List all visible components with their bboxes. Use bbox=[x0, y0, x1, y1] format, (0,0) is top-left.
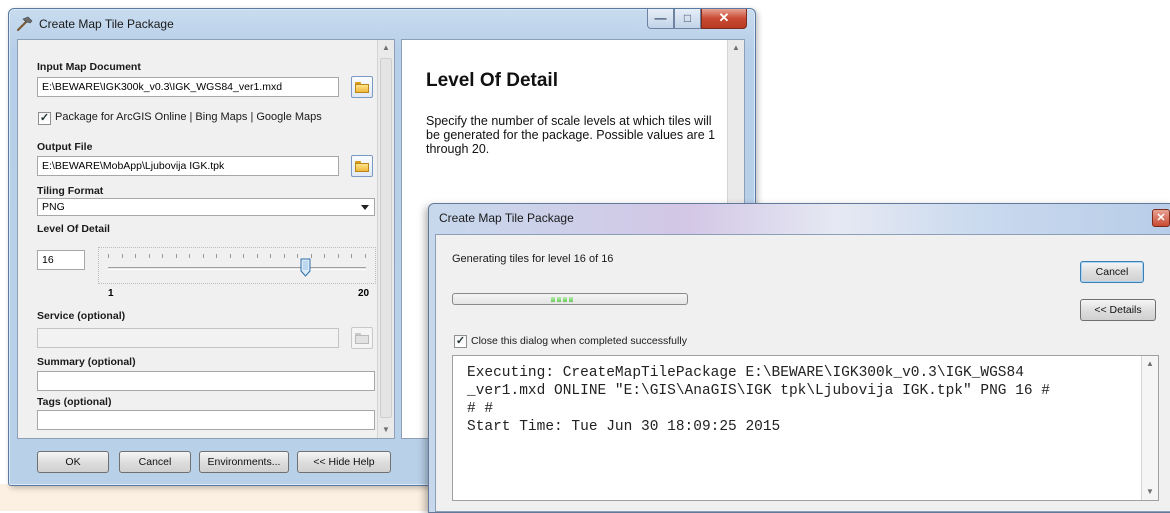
progress-chunk bbox=[563, 297, 567, 302]
service-label: Service (optional) bbox=[37, 310, 126, 322]
service-field[interactable] bbox=[37, 328, 339, 348]
slider-tick bbox=[311, 254, 312, 258]
folder-open-icon bbox=[355, 332, 369, 344]
slider-tick bbox=[243, 254, 244, 258]
close-icon[interactable]: ✕ bbox=[1152, 209, 1170, 227]
slider-tick bbox=[149, 254, 150, 258]
output-file-label: Output File bbox=[37, 141, 93, 153]
slider-tick bbox=[351, 254, 352, 258]
tags-label: Tags (optional) bbox=[37, 396, 112, 408]
slider-tick bbox=[189, 254, 190, 258]
cancel-button[interactable]: Cancel bbox=[119, 451, 191, 473]
progress-chunk bbox=[569, 297, 573, 302]
service-browse-button[interactable] bbox=[351, 327, 373, 349]
progress-dialog-title: Create Map Tile Package bbox=[439, 211, 574, 225]
slider-tick bbox=[365, 254, 366, 258]
slider-tick bbox=[338, 254, 339, 258]
maximize-button[interactable]: □ bbox=[674, 9, 701, 29]
tiling-format-label: Tiling Format bbox=[37, 185, 104, 197]
ok-button[interactable]: OK bbox=[37, 451, 109, 473]
package-arcgis-online-label: Package for ArcGIS Online | Bing Maps | … bbox=[55, 111, 322, 123]
slider-tick bbox=[216, 254, 217, 258]
help-text: Specify the number of scale levels at wh… bbox=[426, 114, 716, 156]
progress-chunk bbox=[557, 297, 561, 302]
window-title: Create Map Tile Package bbox=[39, 17, 174, 31]
slider-thumb[interactable] bbox=[300, 258, 311, 277]
slider-tick bbox=[257, 254, 258, 258]
parameters-panel: Input Map Document E:\BEWARE\IGK300k_v0.… bbox=[17, 39, 395, 439]
input-map-document-label: Input Map Document bbox=[37, 61, 141, 73]
scroll-down-icon[interactable]: ▼ bbox=[378, 422, 394, 438]
summary-field[interactable] bbox=[37, 371, 375, 391]
maximize-icon: □ bbox=[683, 11, 692, 25]
minimize-button[interactable]: — bbox=[647, 9, 674, 29]
slider-tick bbox=[324, 254, 325, 258]
environments-button[interactable]: Environments... bbox=[199, 451, 289, 473]
progress-bar bbox=[452, 293, 688, 305]
execution-log[interactable]: Executing: CreateMapTilePackage E:\BEWAR… bbox=[452, 355, 1159, 501]
level-of-detail-slider-frame bbox=[98, 247, 376, 284]
close-icon: ✕ bbox=[718, 10, 730, 25]
execution-log-text: Executing: CreateMapTilePackage E:\BEWAR… bbox=[467, 365, 1050, 435]
scroll-up-icon[interactable]: ▲ bbox=[728, 40, 744, 56]
slider-tick bbox=[108, 254, 109, 258]
output-file-browse-button[interactable] bbox=[351, 155, 373, 177]
scroll-down-icon[interactable]: ▼ bbox=[1142, 484, 1158, 500]
parameters-scrollbar[interactable]: ▲ ▼ bbox=[377, 40, 394, 438]
folder-open-icon bbox=[355, 160, 369, 172]
slider-tick bbox=[270, 254, 271, 258]
slider-tick bbox=[284, 254, 285, 258]
folder-open-icon bbox=[355, 81, 369, 93]
slider-tick bbox=[203, 254, 204, 258]
slider-max-label: 20 bbox=[358, 288, 370, 299]
slider-tick bbox=[122, 254, 123, 258]
summary-label: Summary (optional) bbox=[37, 356, 136, 368]
slider-min-label: 1 bbox=[108, 288, 114, 299]
tiling-format-value: PNG bbox=[42, 201, 65, 213]
close-when-completed-label: Close this dialog when completed success… bbox=[471, 335, 687, 347]
tiling-format-dropdown[interactable]: PNG bbox=[37, 198, 375, 216]
slider-tick bbox=[176, 254, 177, 258]
slider-tick bbox=[135, 254, 136, 258]
slider-ticks bbox=[108, 254, 366, 260]
progress-status-text: Generating tiles for level 16 of 16 bbox=[452, 253, 614, 265]
progress-dialog: Create Map Tile Package ✕ Generating til… bbox=[428, 203, 1170, 513]
details-button[interactable]: << Details bbox=[1080, 299, 1156, 321]
slider-tick bbox=[230, 254, 231, 258]
hammer-icon bbox=[16, 16, 33, 32]
progress-chunk bbox=[551, 297, 555, 302]
slider-tick bbox=[297, 254, 298, 258]
log-scrollbar[interactable]: ▲ ▼ bbox=[1141, 356, 1158, 500]
scroll-up-icon[interactable]: ▲ bbox=[1142, 356, 1158, 372]
level-of-detail-slider-track[interactable] bbox=[108, 267, 366, 270]
tags-field[interactable] bbox=[37, 410, 375, 430]
input-map-document-field[interactable]: E:\BEWARE\IGK300k_v0.3\IGK_WGS84_ver1.mx… bbox=[37, 77, 339, 97]
background-strip bbox=[0, 484, 432, 511]
minimize-icon: — bbox=[654, 11, 667, 25]
caption-buttons: — □ ✕ bbox=[647, 9, 747, 29]
slider-tick bbox=[162, 254, 163, 258]
help-title: Level Of Detail bbox=[426, 70, 558, 91]
title-bar[interactable]: Create Map Tile Package — □ ✕ bbox=[9, 9, 755, 39]
package-arcgis-online-checkbox[interactable]: ✓ bbox=[38, 112, 51, 125]
progress-cancel-button[interactable]: Cancel bbox=[1080, 261, 1144, 283]
input-map-document-browse-button[interactable] bbox=[351, 76, 373, 98]
output-file-field[interactable]: E:\BEWARE\MobApp\Ljubovija IGK.tpk bbox=[37, 156, 339, 176]
level-of-detail-label: Level Of Detail bbox=[37, 223, 110, 235]
scroll-thumb[interactable] bbox=[380, 58, 392, 418]
chevron-down-icon bbox=[361, 205, 369, 210]
scroll-up-icon[interactable]: ▲ bbox=[378, 40, 394, 56]
hide-help-button[interactable]: << Hide Help bbox=[297, 451, 391, 473]
close-button[interactable]: ✕ bbox=[701, 9, 747, 29]
level-of-detail-field[interactable]: 16 bbox=[37, 250, 85, 270]
progress-dialog-body: Generating tiles for level 16 of 16 Canc… bbox=[435, 234, 1170, 512]
close-when-completed-checkbox[interactable]: ✓ bbox=[454, 335, 467, 348]
